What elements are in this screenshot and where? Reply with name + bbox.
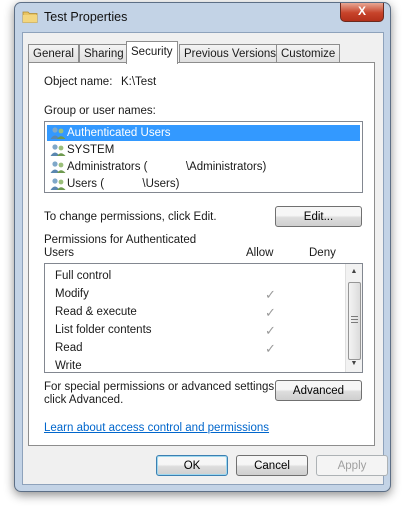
permissions-list[interactable]: Full control Modify ✓ Read & execute ✓ L… — [44, 263, 363, 373]
allow-checkmark-icon: ✓ — [265, 287, 276, 302]
object-name-label: Object name: — [44, 76, 113, 88]
permission-name: Read — [55, 342, 83, 354]
tab-strip: General Sharing Security Previous Versio… — [28, 41, 378, 64]
permission-row: Full control — [55, 267, 111, 285]
permissions-label-line2: Users — [44, 247, 75, 259]
properties-window: Test Properties X General Sharing Securi… — [14, 2, 391, 492]
scroll-down-arrow-icon[interactable]: ▼ — [346, 356, 362, 372]
window-title: Test Properties — [44, 10, 128, 24]
list-item-label: Users ( \Users) — [67, 178, 180, 190]
permissions-scrollbar[interactable]: ▲ ▼ — [345, 264, 362, 372]
ok-button[interactable]: OK — [156, 455, 228, 476]
permission-row: Write ✓ — [55, 357, 82, 371]
scroll-up-arrow-icon[interactable]: ▲ — [346, 264, 362, 280]
permission-name: Write — [55, 360, 82, 371]
group-names-label: Group or user names: — [44, 105, 156, 117]
permission-name: Full control — [55, 270, 112, 282]
special-permissions-text-line1: For special permissions or advanced sett… — [44, 381, 278, 393]
permissions-label-line1: Permissions for Authenticated — [44, 234, 197, 246]
tab-previous-versions[interactable]: Previous Versions — [179, 44, 282, 63]
list-item-administrators[interactable]: Administrators ( \Administrators) — [47, 159, 360, 175]
permission-row: List folder contents ✓ — [55, 321, 276, 339]
list-item-label: Authenticated Users — [67, 127, 171, 139]
users-group-icon — [50, 178, 66, 190]
allow-column-header: Allow — [246, 247, 274, 259]
cancel-button[interactable]: Cancel — [236, 455, 308, 476]
list-item-system[interactable]: SYSTEM — [47, 142, 360, 158]
allow-checkmark-icon: ✓ — [265, 341, 276, 356]
allow-checkmark-icon: ✓ — [265, 323, 276, 338]
folder-icon — [22, 11, 38, 23]
dialog-client-area: General Sharing Security Previous Versio… — [22, 32, 388, 485]
advanced-button[interactable]: Advanced — [275, 380, 362, 401]
special-permissions-text-line2: click Advanced. — [44, 394, 124, 406]
permission-row: Read & execute ✓ — [55, 303, 276, 321]
tab-customize[interactable]: Customize — [276, 44, 341, 63]
close-button[interactable]: X — [340, 3, 384, 22]
list-item-label: Administrators ( \Administrators) — [67, 161, 267, 173]
security-panel: Object name: K:\Test Group or user names… — [28, 62, 375, 446]
allow-checkmark-icon: ✓ — [265, 305, 276, 320]
users-group-icon — [50, 161, 66, 173]
scroll-thumb[interactable] — [348, 282, 361, 360]
tab-security[interactable]: Security — [126, 41, 178, 64]
permission-row: Modify ✓ — [55, 285, 276, 303]
list-item-authenticated-users[interactable]: Authenticated Users — [47, 125, 360, 141]
permission-name: List folder contents — [55, 324, 152, 336]
users-group-icon — [50, 144, 66, 156]
users-group-icon — [50, 127, 66, 139]
list-item-label: SYSTEM — [67, 144, 115, 156]
tab-sharing[interactable]: Sharing — [79, 44, 129, 63]
group-user-list[interactable]: Authenticated Users SYSTEM Administrator… — [44, 121, 363, 193]
edit-button[interactable]: Edit... — [275, 206, 362, 227]
deny-column-header: Deny — [309, 247, 336, 259]
learn-access-control-link[interactable]: Learn about access control and permissio… — [44, 422, 269, 434]
permission-name: Modify — [55, 288, 89, 300]
apply-button[interactable]: Apply — [316, 455, 388, 476]
list-item-users[interactable]: Users ( \Users) — [47, 176, 360, 192]
permission-name: Read & execute — [55, 306, 137, 318]
tab-general[interactable]: General — [28, 44, 79, 63]
permission-row: Read ✓ — [55, 339, 276, 357]
change-permissions-hint: To change permissions, click Edit. — [44, 211, 217, 223]
object-name-value: K:\Test — [121, 76, 157, 88]
title-bar[interactable]: Test Properties X — [15, 3, 390, 31]
